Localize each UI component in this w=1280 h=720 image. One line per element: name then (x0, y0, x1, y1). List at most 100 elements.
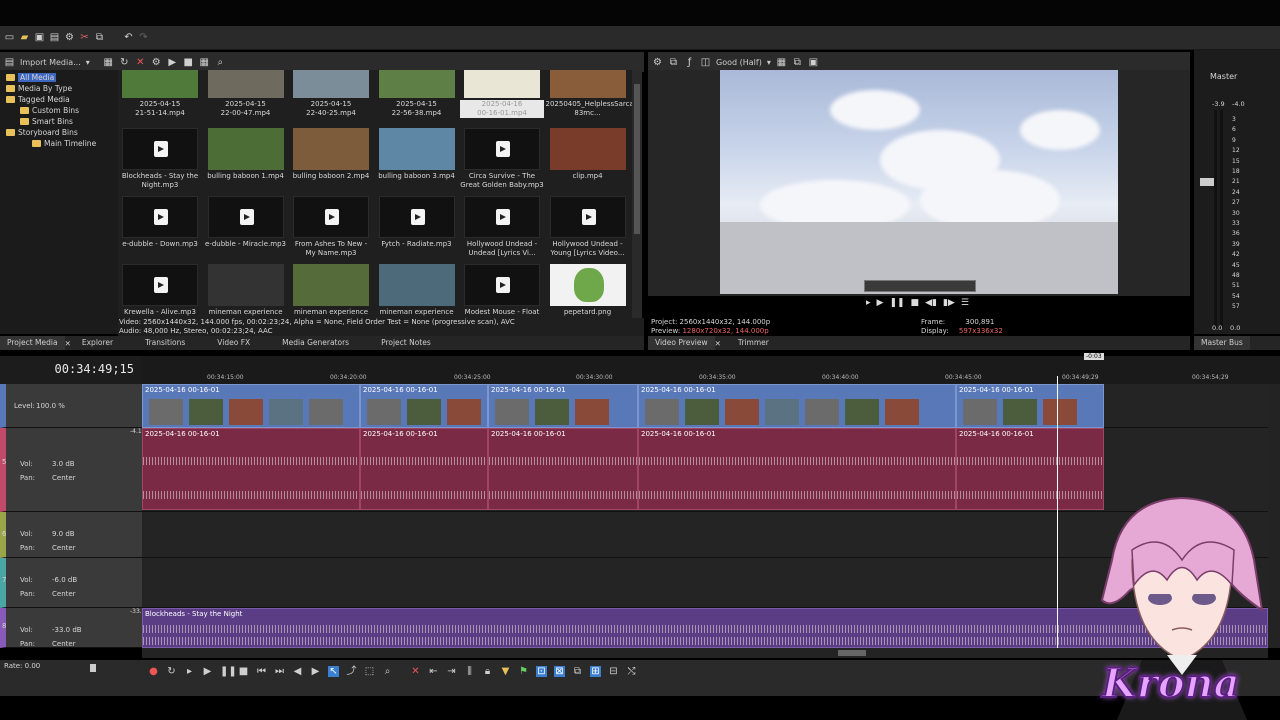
media-thumbnail[interactable]: 2025-04-16 00-16-01.mp4 (460, 70, 544, 118)
rate-slider[interactable] (90, 664, 96, 672)
media-thumbnail[interactable]: e-dubble - Miracle.mp3 (204, 188, 288, 256)
split-screen-icon[interactable]: ◫ (700, 57, 711, 68)
redo-icon[interactable]: ↷ (138, 32, 149, 43)
media-thumbnail[interactable]: Circa Survive - The Great Golden Baby.mp… (460, 120, 544, 189)
play-icon[interactable]: ▶ (202, 666, 213, 677)
open-icon[interactable]: ▰ (19, 32, 30, 43)
track-header-video[interactable]: Level: 100.0 % (0, 384, 142, 428)
track-header-audio-7[interactable]: 7 Vol: -6.0 dB Pan: Center (0, 558, 142, 608)
prev-frame-icon[interactable]: ◀▮ (925, 298, 937, 312)
media-thumbnail[interactable]: Modest Mouse - Float (460, 256, 544, 318)
play-icon[interactable]: ▶ (877, 298, 884, 312)
go-to-start-icon[interactable]: ⏮ (256, 666, 267, 677)
remove-icon[interactable]: ✕ (135, 57, 146, 68)
media-thumbnail[interactable]: bulling baboon 1.mp4 (204, 120, 288, 188)
save-icon[interactable]: ▣ (34, 32, 45, 43)
marker-icon[interactable]: ▼ (500, 666, 511, 677)
trim-end-icon[interactable]: ⇥ (446, 666, 457, 677)
media-thumbnail[interactable]: pepetard.png (546, 256, 630, 318)
settings-icon[interactable]: ⚙ (652, 57, 663, 68)
capture-icon[interactable]: ▦ (103, 57, 114, 68)
video-event[interactable]: 2025-04-16 00-16-01 (638, 384, 956, 428)
track-video[interactable]: 2025-04-16 00-16-01 2025-04-16 00-16-01 20… (142, 384, 1268, 428)
trim-start-icon[interactable]: ⇤ (428, 666, 439, 677)
media-thumbnail[interactable]: Fytch - Radiate.mp3 (375, 188, 459, 256)
video-event[interactable]: 2025-04-16 00-16-01 (488, 384, 638, 428)
video-event[interactable]: 2025-04-16 00-16-01 (956, 384, 1104, 428)
tree-item-media-by-type[interactable]: Media By Type (6, 83, 72, 93)
stop-icon[interactable]: ■ (238, 666, 249, 677)
tab-trimmer[interactable]: Trimmer (731, 336, 776, 350)
tab-media-generators[interactable]: Media Generators (275, 336, 356, 350)
media-thumbnail[interactable]: 2025-04-15 22-40-25.mp4 (289, 70, 373, 117)
tree-item-all-media[interactable]: All Media (6, 72, 57, 82)
tree-item-storyboard-bins[interactable]: Storyboard Bins (6, 127, 78, 137)
ignore-grouping-icon[interactable]: ⊞ (590, 665, 601, 677)
close-icon[interactable]: ✕ (65, 339, 71, 348)
video-event[interactable]: 2025-04-16 00-16-01 (360, 384, 488, 428)
copy-snapshot-icon[interactable]: ⧉ (792, 57, 803, 68)
chevron-down-icon[interactable]: ▾ (767, 58, 771, 67)
copy-icon[interactable]: ⧉ (94, 32, 105, 43)
video-event[interactable]: 2025-04-16 00-16-01 (142, 384, 360, 428)
normal-edit-tool-icon[interactable]: ↖ (328, 665, 339, 677)
envelope-tool-icon[interactable]: ⤴ (346, 666, 357, 677)
media-thumbnail[interactable]: mineman experience (204, 256, 288, 318)
import-media-icon[interactable]: ▤ (4, 57, 15, 68)
media-thumbnail[interactable]: Blockheads - Stay the Night.mp3 (118, 120, 202, 189)
stop-icon[interactable]: ■ (183, 57, 194, 68)
media-thumbnail[interactable]: 20250405_HelplessSarcasticWaspBloodTrail… (546, 70, 632, 117)
close-icon[interactable]: ✕ (715, 339, 721, 348)
timeline-ruler[interactable]: 00:34:15:00 00:34:20:00 00:34:25:00 00:34:3… (142, 356, 1280, 384)
tab-project-media[interactable]: Project Media (0, 336, 65, 350)
media-thumbnail[interactable]: Hollywood Undead - Undead [Lyrics Vi... (460, 188, 544, 257)
audio-event[interactable]: 2025-04-16 00-16-01 (638, 428, 956, 510)
media-thumbnail[interactable]: 2025-04-15 22-00-47.mp4 (204, 70, 288, 117)
undo-icon[interactable]: ↶ (123, 32, 134, 43)
tab-explorer[interactable]: Explorer (75, 336, 120, 350)
media-thumbnail[interactable]: mineman experience (289, 256, 373, 318)
next-frame-icon[interactable]: ▶ (310, 666, 321, 677)
selection-tool-icon[interactable]: ⬚ (364, 666, 375, 677)
region-icon[interactable]: ⚑ (518, 666, 529, 677)
media-scrollbar[interactable] (632, 70, 642, 318)
chevron-down-icon[interactable]: ▾ (86, 58, 90, 67)
loop-icon[interactable]: ▸ (866, 298, 871, 312)
split-icon[interactable]: ⫼ (464, 666, 475, 677)
track-header-audio-5[interactable]: 5 Vol: 3.0 dB Pan: Center -4.1 (0, 428, 142, 512)
scrollbar-thumb[interactable] (634, 84, 640, 234)
external-monitor-icon[interactable]: ⧉ (668, 57, 679, 68)
audio-event[interactable]: 2025-04-16 00-16-01 (360, 428, 488, 510)
tab-master-bus[interactable]: Master Bus (1194, 336, 1250, 350)
tree-item-main-timeline[interactable]: Main Timeline (32, 138, 96, 148)
crossfade-icon[interactable]: ⊟ (608, 666, 619, 677)
properties-icon[interactable]: ⚙ (64, 32, 75, 43)
media-thumbnail[interactable]: 2025-04-15 22-56-38.mp4 (375, 70, 459, 117)
auto-ripple-icon[interactable]: ⊠ (554, 665, 565, 677)
import-media-button[interactable]: Import Media... (20, 58, 81, 67)
media-thumbnail[interactable]: bulling baboon 3.mp4 (375, 120, 459, 188)
pause-icon[interactable]: ❚❚ (889, 298, 904, 312)
save-snapshot-icon[interactable]: ▣ (808, 57, 819, 68)
zoom-tool-icon[interactable]: ⌕ (382, 666, 393, 677)
pause-icon[interactable]: ❚❚ (220, 666, 237, 677)
search-icon[interactable]: ⌕ (215, 57, 226, 68)
media-thumbnail[interactable]: clip.mp4 (546, 120, 630, 188)
cut-icon[interactable]: ✂ (79, 32, 90, 43)
loop-icon[interactable]: ↻ (166, 666, 177, 677)
overlays-icon[interactable]: ▦ (776, 57, 787, 68)
fx-icon[interactable]: ƒ (684, 57, 695, 68)
preview-quality-select[interactable]: Good (Half) (716, 58, 762, 67)
play-icon[interactable]: ▶ (167, 57, 178, 68)
delete-icon[interactable]: ✕ (410, 666, 421, 677)
media-thumbnail[interactable]: mineman experience (375, 256, 459, 318)
media-thumbnail[interactable]: bulling baboon 2.mp4 (289, 120, 373, 188)
play-from-start-icon[interactable]: ▸ (184, 666, 195, 677)
lock-icon[interactable]: 🔒︎ (482, 666, 493, 677)
audio-event[interactable]: 2025-04-16 00-16-01 (142, 428, 360, 510)
master-fader[interactable] (1200, 178, 1214, 186)
audio-event[interactable]: 2025-04-16 00-16-01 (488, 428, 638, 510)
stop-icon[interactable]: ■ (911, 298, 920, 312)
prev-frame-icon[interactable]: ◀ (292, 666, 303, 677)
media-thumbnail[interactable]: Krewella - Alive.mp3 (118, 256, 202, 318)
